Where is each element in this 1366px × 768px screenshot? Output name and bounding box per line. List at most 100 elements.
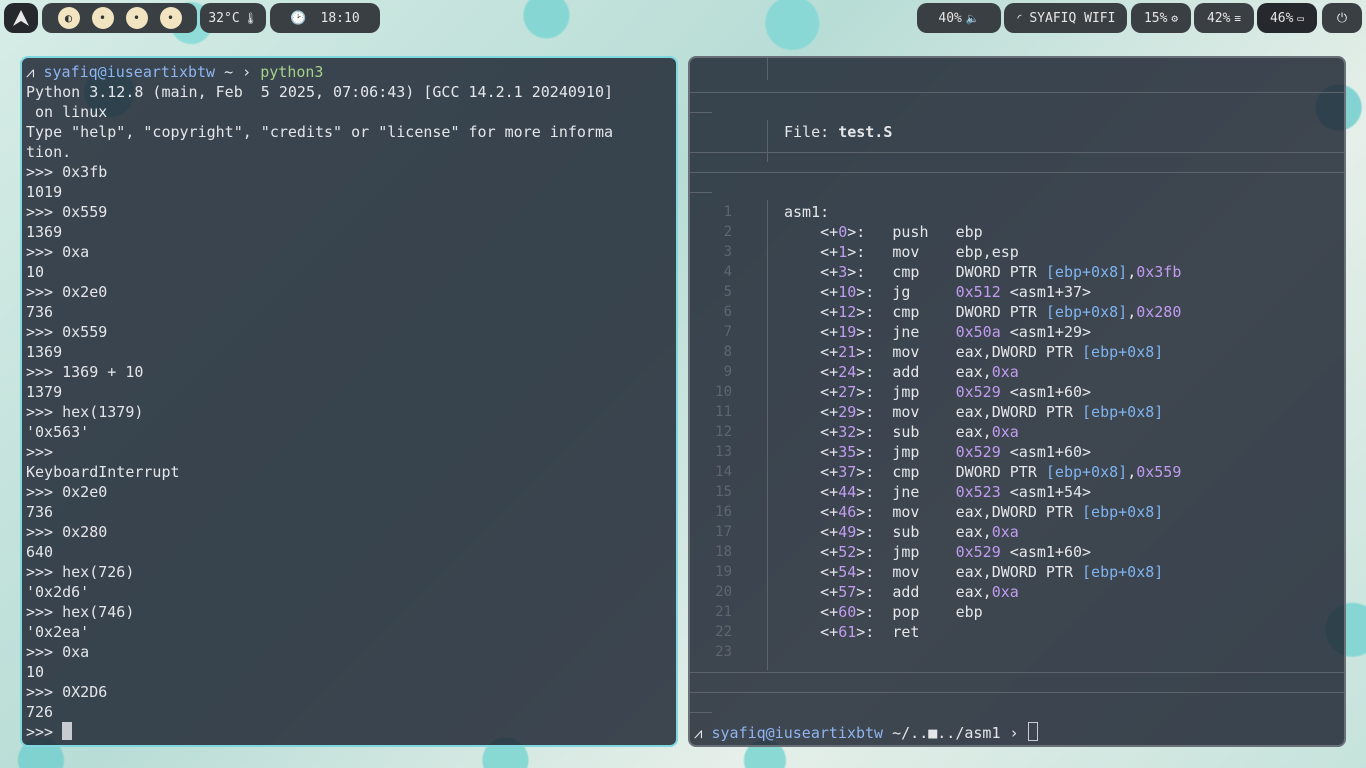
code-token: >: pop ebp <box>856 603 983 621</box>
code-token: >: mov eax,DWORD PTR <box>856 403 1083 421</box>
line-number: 14 <box>715 464 732 480</box>
code-token: <+ <box>784 303 839 321</box>
code-token: <+ <box>784 383 839 401</box>
memory-icon: ≡ <box>1234 11 1242 25</box>
line-number: 3 <box>723 244 732 260</box>
line-number: 2 <box>723 224 732 240</box>
terminal-output-line: '0x2ea' <box>26 623 90 641</box>
artix-logo-icon <box>13 10 29 26</box>
memory-value: 42% <box>1206 10 1231 26</box>
code-token: <+ <box>784 343 839 361</box>
code-token: 3 <box>838 263 848 281</box>
file-header: File: test.S <box>784 122 892 142</box>
shell-prompt-line[interactable]: ⩘ syafiq@iuseartixbtw ~/..■../asm1 › <box>694 722 1038 743</box>
divider <box>767 200 768 670</box>
terminal-output-line: 726 <box>26 703 54 721</box>
terminal-output-line: >>> 0x280 <box>26 523 108 541</box>
terminal-output-line: '0x2d6' <box>26 583 90 601</box>
prompt-path: ~/..■../asm1 <box>892 724 1001 742</box>
code-token: >: cmp DWORD PTR <box>847 263 1046 281</box>
code-token: <+ <box>784 403 839 421</box>
code-line: <+10>: jg 0x512 <asm1+37> <box>784 282 1091 302</box>
code-token: >: jne <box>856 483 956 501</box>
code-token: 49 <box>838 523 857 541</box>
terminal-output-line: 736 <box>26 503 54 521</box>
clock[interactable]: 🕑 18:10 <box>270 3 380 33</box>
code-token: <+ <box>784 603 839 621</box>
code-token: <+ <box>784 263 839 281</box>
code-token: >: ret <box>856 623 920 641</box>
python-terminal-window[interactable]: ⩘ syafiq@iuseartixbtw ~ › python3 Python… <box>20 56 678 747</box>
code-line: <+12>: cmp DWORD PTR [ebp+0x8],0x280 <box>784 302 1181 322</box>
divider <box>690 172 1344 173</box>
terminal-output-line: 640 <box>26 543 54 561</box>
code-token: <+ <box>784 423 839 441</box>
code-token: 27 <box>838 383 857 401</box>
code-line: <+49>: sub eax,0xa <box>784 522 1019 542</box>
code-token: <+ <box>784 223 839 241</box>
power-button[interactable]: ⏻ <box>1322 3 1362 33</box>
workspace-1-button[interactable]: ◐ <box>57 7 80 29</box>
code-token: 52 <box>838 543 857 561</box>
workspace-switcher: ◐ • • • <box>42 3 197 33</box>
code-token: >: add eax, <box>856 583 992 601</box>
divider <box>690 112 712 113</box>
line-number: 6 <box>723 304 732 320</box>
code-line: <+3>: cmp DWORD PTR [ebp+0x8],0x3fb <box>784 262 1181 282</box>
code-token: 60 <box>838 603 857 621</box>
workspace-4-button[interactable]: • <box>159 7 182 29</box>
volume-indicator[interactable]: 40% 🔈 <box>917 3 1001 33</box>
terminal-output-line: 1379 <box>26 383 63 401</box>
divider <box>690 192 712 193</box>
code-line: <+44>: jne 0x523 <asm1+54> <box>784 482 1091 502</box>
code-line: <+29>: mov eax,DWORD PTR [ebp+0x8] <box>784 402 1163 422</box>
prompt-user: syafiq@iuseartixbtw <box>43 63 216 81</box>
code-line: <+61>: ret <box>784 622 919 642</box>
code-token: <asm1+37> <box>1000 283 1092 301</box>
divider <box>690 152 1344 153</box>
code-token: 29 <box>838 403 857 421</box>
prompt-path: ~ <box>224 63 234 81</box>
line-number: 21 <box>715 604 732 620</box>
code-token: 0x529 <box>955 443 1001 461</box>
code-token: 0x50a <box>955 323 1001 341</box>
terminal-output-line: '0x563' <box>26 423 90 441</box>
code-token: 0x559 <box>1136 463 1182 481</box>
file-viewer-terminal-window[interactable]: File: test.S 1 2 3 4 5 6 7 8 9 10 11 12 13 14 15 16 17 18… <box>688 56 1346 747</box>
terminal-output-line: >>> 0xa <box>26 243 90 261</box>
launcher-logo-icon[interactable] <box>4 3 38 33</box>
code-line: <+60>: pop ebp <box>784 602 983 622</box>
terminal-output-line: >>> hex(746) <box>26 603 135 621</box>
speaker-icon: 🔈 <box>965 11 980 25</box>
code-token: , <box>1127 263 1137 281</box>
workspace-3-button[interactable]: • <box>125 7 148 29</box>
code-token: >: mov ebp,esp <box>847 243 1019 261</box>
code-token: >: mov eax,DWORD PTR <box>856 563 1083 581</box>
terminal-output-line: Python 3.12.8 (main, Feb 5 2025, 07:06:4… <box>26 83 613 101</box>
text-cursor <box>1027 722 1038 741</box>
file-name: test.S <box>838 123 893 141</box>
code-token: [ebp+0x8] <box>1082 343 1164 361</box>
line-number: 19 <box>715 564 732 580</box>
code-line: <+57>: add eax,0xa <box>784 582 1019 602</box>
wifi-indicator[interactable]: ◜ SYAFIQ WIFI <box>1004 3 1127 33</box>
terminal-output-line: tion. <box>26 143 72 161</box>
code-token: 57 <box>838 583 857 601</box>
line-number: 13 <box>715 444 732 460</box>
code-line: <+19>: jne 0x50a <asm1+29> <box>784 322 1091 342</box>
python-input-line[interactable]: >>> <box>26 722 73 742</box>
terminal-output-line: >>> 0x559 <box>26 203 108 221</box>
terminal-output-line: >>> 0x2e0 <box>26 483 108 501</box>
prompt-arrow-icon: ⩘ <box>694 724 703 742</box>
terminal-output-line: >>> 0X2D6 <box>26 683 108 701</box>
code-token: <asm1+60> <box>1000 383 1092 401</box>
workspace-2-button[interactable]: • <box>91 7 114 29</box>
code-line: <+37>: cmp DWORD PTR [ebp+0x8],0x559 <box>784 462 1181 482</box>
code-token: 1 <box>838 243 848 261</box>
code-token: 21 <box>838 343 857 361</box>
prompt-arrow: › <box>1009 724 1019 742</box>
line-number: 11 <box>715 404 732 420</box>
terminal-output-line: >>> <box>26 443 54 461</box>
line-number: 5 <box>723 284 732 300</box>
code-token: , <box>1127 303 1137 321</box>
